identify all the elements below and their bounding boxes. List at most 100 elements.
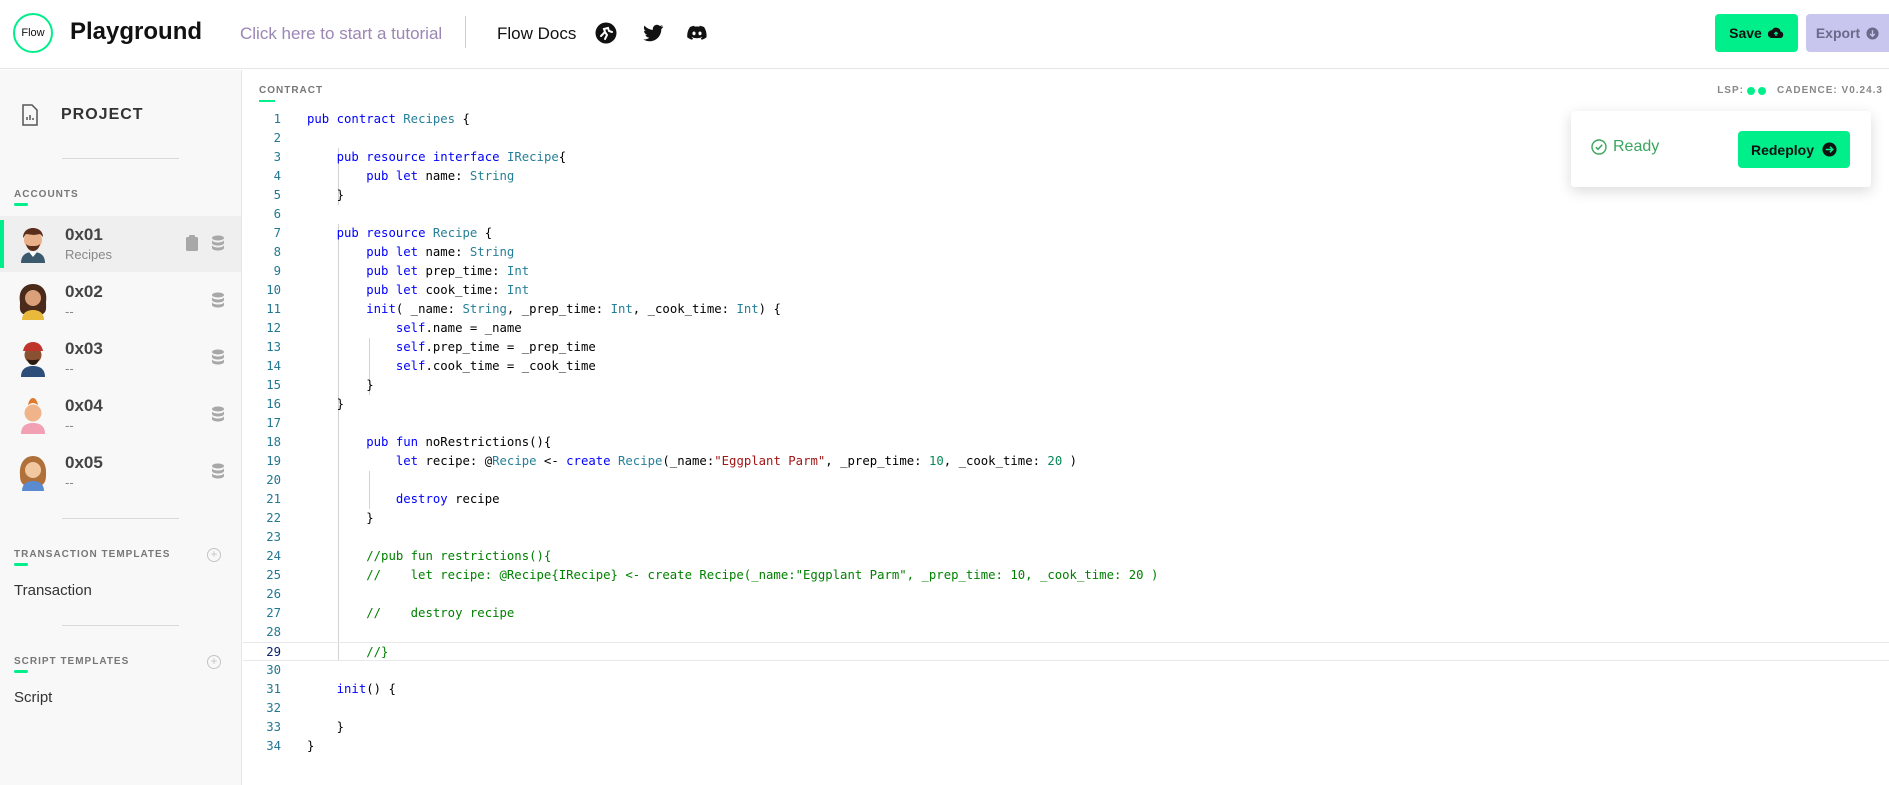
code-text: } [307, 739, 315, 753]
code-line[interactable]: 31 init() { [243, 680, 1889, 699]
line-number: 18 [266, 435, 281, 449]
clipboard-icon[interactable] [185, 235, 199, 251]
script-template-item[interactable]: Script [14, 689, 52, 706]
database-icon[interactable] [211, 292, 225, 308]
code-line[interactable]: 26 [243, 585, 1889, 604]
flow-runner-icon[interactable] [594, 21, 618, 45]
account-address: 0x05 [65, 453, 103, 472]
database-icon[interactable] [211, 349, 225, 365]
database-icon[interactable] [211, 235, 225, 251]
lsp-dot [1746, 86, 1755, 95]
line-number: 8 [273, 245, 281, 259]
code-line[interactable]: 17 [243, 414, 1889, 433]
code-line[interactable]: 29 //} [243, 642, 1889, 661]
line-number: 19 [266, 454, 281, 468]
line-number: 17 [266, 416, 281, 430]
account-item-0x01[interactable]: 0x01 Recipes [0, 216, 241, 272]
transaction-templates-title: TRANSACTION TEMPLATES [14, 549, 171, 560]
line-number: 33 [266, 720, 281, 734]
database-icon[interactable] [211, 406, 225, 422]
code-line[interactable]: 16 } [243, 395, 1889, 414]
code-line[interactable]: 30 [243, 661, 1889, 680]
code-line[interactable]: 8 pub let name: String [243, 243, 1889, 262]
flow-logo[interactable]: Flow [13, 13, 53, 53]
code-line[interactable]: 6 [243, 205, 1889, 224]
project-label[interactable]: PROJECT [61, 106, 144, 124]
line-number: 1 [273, 112, 281, 126]
code-line[interactable]: 23 [243, 528, 1889, 547]
save-label: Save [1729, 25, 1762, 41]
code-text: self.name = _name [395, 321, 522, 335]
add-script-icon[interactable]: + [207, 655, 221, 669]
flow-docs-link[interactable]: Flow Docs [497, 24, 576, 44]
account-address: 0x03 [65, 339, 103, 358]
line-number: 34 [266, 739, 281, 753]
line-number: 32 [266, 701, 281, 715]
code-text: } [307, 378, 374, 392]
code-text: self.cook_time = _cook_time [395, 359, 596, 373]
divider [62, 625, 179, 626]
account-item-0x03[interactable]: 0x03 -- [0, 330, 241, 386]
code-line[interactable]: 20 [243, 471, 1889, 490]
code-text: // destroy recipe [366, 606, 515, 620]
code-line[interactable]: 33 } [243, 718, 1889, 737]
code-line[interactable]: 12 self.name = _name [243, 319, 1889, 338]
cloud-upload-icon [1767, 27, 1784, 38]
code-line[interactable]: 11 init( _name: String, _prep_time: Int,… [243, 300, 1889, 319]
line-number: 21 [266, 492, 281, 506]
code-line[interactable]: 22 } [243, 509, 1889, 528]
code-line[interactable]: 9 pub let prep_time: Int [243, 262, 1889, 281]
code-line[interactable]: 14 self.cook_time = _cook_time [243, 357, 1889, 376]
code-line[interactable]: 5 } [243, 186, 1889, 205]
code-line[interactable]: 27 // destroy recipe [243, 604, 1889, 623]
deploy-panel: Ready Redeploy [1571, 111, 1871, 187]
lsp-dot [1757, 86, 1766, 95]
divider [62, 518, 179, 519]
code-text: pub let name: String [366, 169, 515, 183]
add-transaction-icon[interactable]: + [207, 548, 221, 562]
lsp-label: LSP: [1717, 85, 1744, 96]
twitter-icon[interactable] [641, 21, 665, 45]
transaction-template-item[interactable]: Transaction [14, 582, 92, 599]
export-button[interactable]: Export [1806, 14, 1889, 52]
code-line[interactable]: 24 //pub fun restrictions(){ [243, 547, 1889, 566]
editor-label-underline [259, 100, 275, 102]
line-number: 7 [273, 226, 281, 240]
tutorial-link[interactable]: Click here to start a tutorial [240, 24, 442, 44]
lsp-status: LSP: CADENCE: V0.24.3 [1717, 85, 1883, 96]
code-line[interactable]: 7 pub resource Recipe { [243, 224, 1889, 243]
account-contract: -- [65, 475, 74, 490]
code-line[interactable]: 15 } [243, 376, 1889, 395]
code-line[interactable]: 32 [243, 699, 1889, 718]
account-item-0x04[interactable]: 0x04 -- [0, 387, 241, 443]
line-number: 11 [266, 302, 281, 316]
code-text: } [307, 511, 374, 525]
code-text: //} [366, 645, 389, 659]
database-icon[interactable] [211, 463, 225, 479]
line-number: 5 [273, 188, 281, 202]
line-number: 22 [266, 511, 281, 525]
code-text: let recipe: @Recipe <- create Recipe(_na… [395, 454, 1078, 468]
code-line[interactable]: 19 let recipe: @Recipe <- create Recipe(… [243, 452, 1889, 471]
project-sidebar: PROJECT ACCOUNTS 0x01 Recipes 0x02 -- 0x… [0, 70, 242, 785]
code-line[interactable]: 21 destroy recipe [243, 490, 1889, 509]
editor-label: CONTRACT [259, 85, 324, 96]
code-editor[interactable]: 1 pub contract Recipes {2 3 pub resource i… [243, 110, 1889, 756]
code-line[interactable]: 13 self.prep_time = _prep_time [243, 338, 1889, 357]
section-underline [14, 563, 28, 566]
discord-icon[interactable] [685, 21, 709, 45]
code-line[interactable]: 28 [243, 623, 1889, 642]
section-underline [14, 670, 28, 673]
code-line[interactable]: 25 // let recipe: @Recipe{IRecipe} <- cr… [243, 566, 1889, 585]
account-item-0x05[interactable]: 0x05 -- [0, 444, 241, 500]
code-line[interactable]: 10 pub let cook_time: Int [243, 281, 1889, 300]
code-line[interactable]: 34} [243, 737, 1889, 756]
redeploy-button[interactable]: Redeploy [1738, 131, 1850, 168]
code-text: pub let name: String [366, 245, 515, 259]
avatar [19, 284, 47, 320]
code-line[interactable]: 18 pub fun noRestrictions(){ [243, 433, 1889, 452]
account-item-0x02[interactable]: 0x02 -- [0, 273, 241, 329]
redeploy-label: Redeploy [1750, 141, 1814, 158]
save-button[interactable]: Save [1715, 14, 1798, 52]
code-text: } [307, 188, 345, 202]
